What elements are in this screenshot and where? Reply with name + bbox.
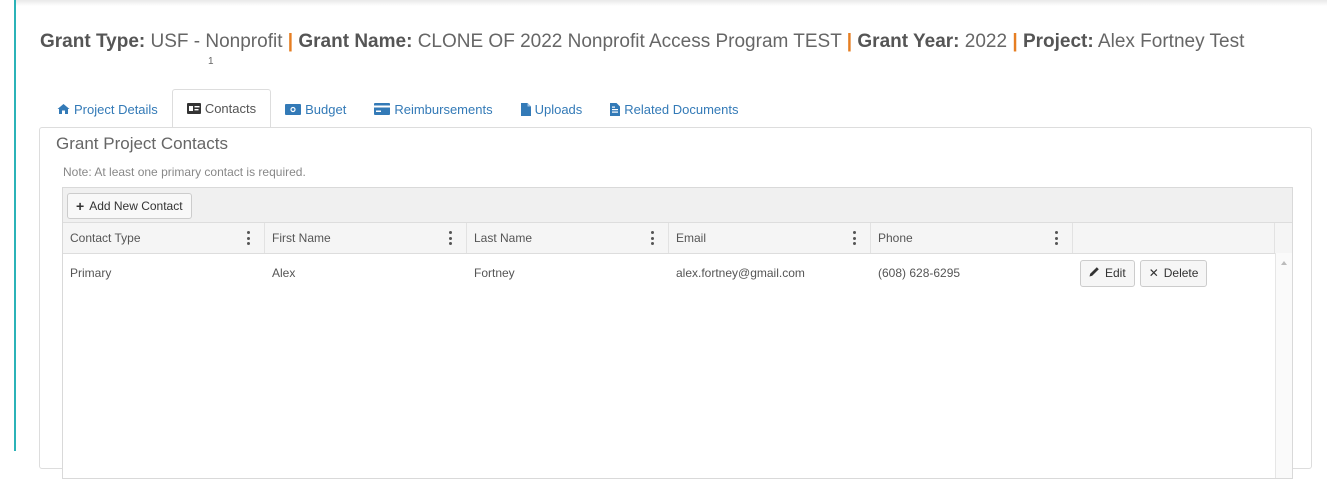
add-new-contact-button[interactable]: + Add New Contact bbox=[67, 193, 192, 219]
grant-type-value: USF - Nonprofit bbox=[150, 31, 283, 52]
column-menu-icon[interactable] bbox=[246, 231, 250, 245]
tab-label: Reimbursements bbox=[394, 101, 493, 117]
separator: | bbox=[287, 31, 294, 52]
table-row[interactable]: Primary Alex Fortney alex.fortney@gmail.… bbox=[63, 254, 1292, 292]
column-label: Contact Type bbox=[70, 231, 141, 245]
separator: | bbox=[846, 31, 853, 52]
add-button-label: Add New Contact bbox=[89, 199, 183, 213]
column-label: Last Name bbox=[474, 231, 533, 245]
left-accent-rule bbox=[14, 0, 16, 451]
grant-year-label: Grant Year: bbox=[857, 31, 960, 52]
tab-project-details[interactable]: Project Details bbox=[43, 91, 172, 127]
tab-label: Contacts bbox=[204, 101, 257, 116]
column-header-contact-type[interactable]: Contact Type bbox=[63, 223, 265, 253]
file-icon bbox=[520, 102, 531, 116]
close-icon: ✕ bbox=[1148, 266, 1159, 280]
edit-label: Edit bbox=[1105, 266, 1126, 280]
cell-first-name: Alex bbox=[272, 266, 296, 280]
cell-contact-type: Primary bbox=[70, 266, 112, 280]
cell-last-name: Fortney bbox=[474, 266, 515, 280]
project-value: Alex Fortney Test bbox=[1097, 31, 1245, 52]
tab-label: Budget bbox=[305, 101, 347, 117]
tab-uploads[interactable]: Uploads bbox=[507, 91, 597, 127]
cell-email: alex.fortney@gmail.com bbox=[676, 266, 805, 280]
delete-label: Delete bbox=[1163, 266, 1199, 280]
edit-button[interactable]: Edit bbox=[1080, 259, 1135, 287]
grant-name-label: Grant Name: bbox=[298, 31, 413, 52]
tab-bar: Project Details Contacts Budget Reimburs… bbox=[43, 89, 752, 128]
column-header-email[interactable]: Email bbox=[669, 223, 871, 253]
tab-label: Related Documents bbox=[624, 101, 739, 117]
project-label: Project: bbox=[1022, 31, 1094, 52]
column-label: First Name bbox=[272, 231, 331, 245]
column-header-phone[interactable]: Phone bbox=[871, 223, 1073, 253]
grid-toolbar: + Add New Contact bbox=[63, 188, 1292, 223]
tab-label: Uploads bbox=[534, 101, 583, 117]
grant-year-value: 2022 bbox=[964, 31, 1008, 52]
home-icon bbox=[57, 103, 70, 115]
delete-button[interactable]: ✕ Delete bbox=[1139, 259, 1208, 287]
file-text-icon bbox=[610, 102, 621, 116]
grid-header: Contact Type First Name Last Name Email … bbox=[63, 223, 1292, 254]
column-menu-icon[interactable] bbox=[448, 231, 452, 245]
separator: | bbox=[1012, 31, 1018, 52]
grant-type-label: Grant Type: bbox=[40, 31, 146, 52]
stray-mark: 1 bbox=[208, 56, 214, 67]
tab-budget[interactable]: Budget bbox=[271, 91, 360, 127]
column-header-actions bbox=[1073, 223, 1275, 253]
contacts-panel: Grant Project Contacts Note: At least on… bbox=[39, 127, 1312, 479]
column-menu-icon[interactable] bbox=[1054, 231, 1058, 245]
panel-title: Grant Project Contacts bbox=[56, 134, 228, 153]
column-menu-icon[interactable] bbox=[650, 231, 654, 245]
tab-contacts[interactable]: Contacts bbox=[171, 89, 272, 128]
column-label: Phone bbox=[878, 231, 913, 245]
tab-related-documents[interactable]: Related Documents bbox=[596, 91, 752, 127]
vertical-scrollbar[interactable] bbox=[1275, 253, 1292, 478]
panel-note: Note: At least one primary contact is re… bbox=[63, 165, 306, 179]
column-label: Email bbox=[676, 231, 707, 245]
column-header-first-name[interactable]: First Name bbox=[265, 223, 467, 253]
column-header-last-name[interactable]: Last Name bbox=[467, 223, 669, 253]
tab-reimbursements[interactable]: Reimbursements bbox=[360, 91, 506, 127]
cell-phone: (608) 628-6295 bbox=[878, 266, 961, 280]
pencil-icon bbox=[1089, 266, 1100, 280]
plus-icon: + bbox=[76, 198, 85, 214]
tab-label: Project Details bbox=[74, 101, 158, 117]
id-card-icon bbox=[186, 103, 201, 114]
cell-actions: Edit ✕ Delete bbox=[1073, 254, 1275, 292]
grant-header: Grant Type: USF - Nonprofit | Grant Name… bbox=[40, 30, 1310, 67]
money-icon bbox=[285, 103, 302, 115]
contacts-grid: + Add New Contact Contact Type First Nam… bbox=[62, 187, 1293, 479]
top-shadow bbox=[16, 0, 1327, 6]
scroll-up-arrow-icon[interactable] bbox=[1281, 261, 1287, 265]
credit-card-icon bbox=[374, 103, 391, 115]
column-menu-icon[interactable] bbox=[852, 231, 856, 245]
grant-name-value: CLONE OF 2022 Nonprofit Access Program T… bbox=[417, 31, 842, 52]
